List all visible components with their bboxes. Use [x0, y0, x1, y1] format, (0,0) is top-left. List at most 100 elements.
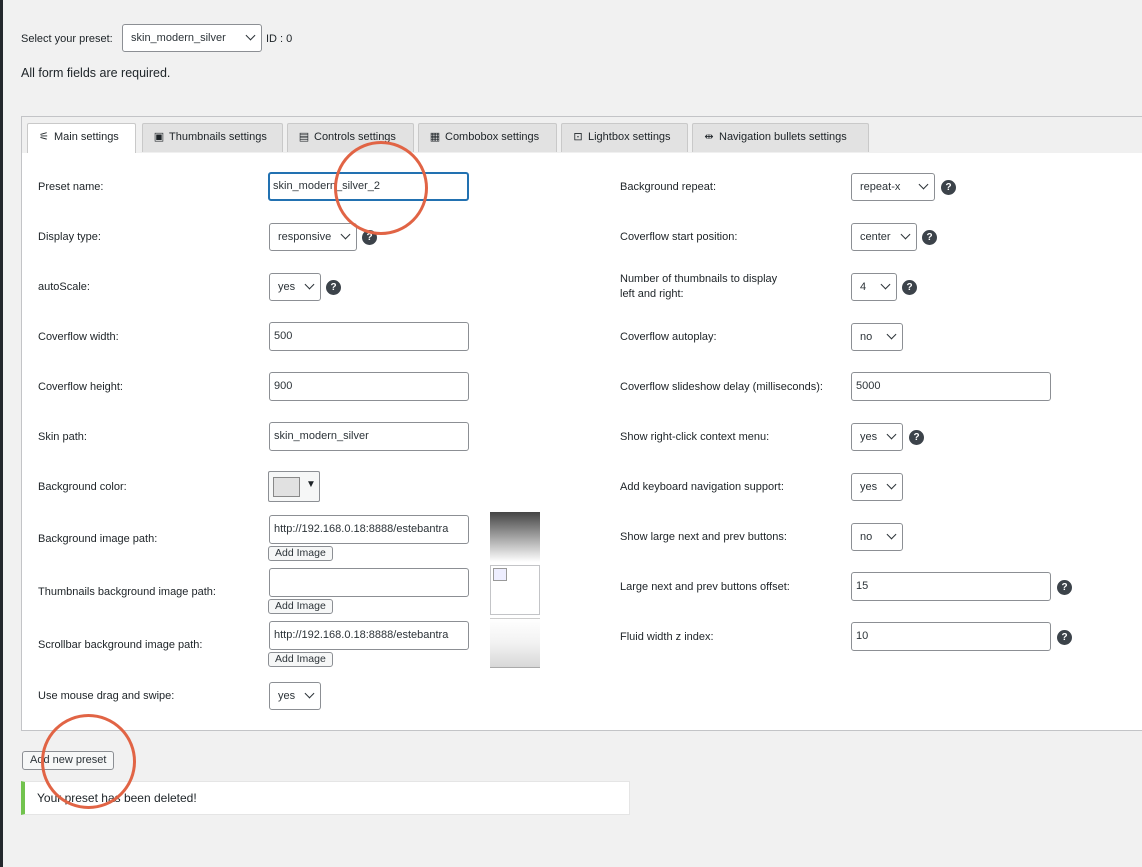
background-image-label: Background image path: [38, 533, 158, 545]
skin-path-label: Skin path: [38, 431, 87, 443]
start-position-label: Coverflow start position: [620, 231, 738, 243]
chevron-down-icon [886, 529, 897, 540]
lightbox-icon: ⊡ [573, 131, 583, 143]
num-thumbs-label: Number of thumbnails to display left and… [620, 272, 777, 301]
slideshow-delay-input[interactable]: 5000 [851, 372, 1051, 401]
preset-select[interactable]: skin_modern_silver [122, 24, 262, 52]
tab-label: Main settings [54, 131, 119, 143]
help-icon[interactable]: ? [1057, 630, 1072, 645]
add-image-button[interactable]: Add Image [268, 652, 333, 667]
background-image-input[interactable]: http://192.168.0.18:8888/estebantra [269, 515, 469, 544]
add-new-preset-button[interactable]: Add new preset [22, 751, 115, 770]
mouse-drag-label: Use mouse drag and swipe: [38, 690, 175, 702]
scrollbar-bg-image-label: Scrollbar background image path: [38, 639, 203, 651]
help-icon[interactable]: ? [362, 230, 377, 245]
tab-lightbox-settings[interactable]: ⊡ Lightbox settings [561, 123, 688, 152]
preset-name-input[interactable]: skin_modern_silver_2 [268, 172, 469, 201]
chevron-down-icon [886, 479, 897, 490]
help-icon[interactable]: ? [941, 180, 956, 195]
num-thumbs-select[interactable]: 4 [851, 273, 897, 301]
chevron-down-icon [304, 279, 315, 290]
chevron-down-icon [900, 229, 911, 240]
context-menu-label: Show right-click context menu: [620, 431, 770, 443]
background-color-picker[interactable]: ▼ [268, 471, 320, 502]
help-icon[interactable]: ? [1057, 580, 1072, 595]
select-value: yes [860, 481, 878, 493]
preset-id: ID : 0 [266, 33, 293, 45]
combobox-icon: ▦ [429, 131, 441, 143]
admin-sidebar-edge [0, 0, 3, 867]
broken-image-icon [490, 565, 540, 615]
help-icon[interactable]: ? [922, 230, 937, 245]
buttons-offset-input[interactable]: 15 [851, 572, 1051, 601]
thumbnails-bg-image-input[interactable] [269, 568, 469, 597]
coverflow-width-input[interactable]: 500 [269, 322, 469, 351]
buttons-offset-label: Large next and prev buttons offset: [620, 581, 790, 593]
controls-icon: ▤ [298, 131, 310, 143]
tab-label: Thumbnails settings [169, 131, 267, 143]
select-value: no [860, 531, 873, 543]
background-image-preview [490, 512, 540, 562]
chevron-down-icon [880, 279, 891, 290]
scrollbar-bg-image-input[interactable]: http://192.168.0.18:8888/estebantra [269, 621, 469, 650]
select-value: no [860, 331, 873, 343]
select-value: 4 [860, 281, 867, 293]
background-repeat-select[interactable]: repeat-x [851, 173, 935, 201]
tab-combobox-settings[interactable]: ▦ Combobox settings [418, 123, 557, 152]
mouse-drag-select[interactable]: yes [269, 682, 321, 710]
num-thumbs-label-line1: Number of thumbnails to display [620, 273, 778, 285]
chevron-down-icon [340, 229, 351, 240]
skin-path-input[interactable]: skin_modern_silver [269, 422, 469, 451]
large-buttons-select[interactable]: no [851, 523, 903, 551]
select-value: responsive [278, 231, 332, 243]
bullets-icon: ⇹ [704, 131, 714, 143]
background-color-label: Background color: [38, 481, 127, 493]
tab-navigation-bullets-settings[interactable]: ⇹ Navigation bullets settings [692, 123, 869, 152]
display-type-label: Display type: [38, 231, 101, 243]
autoscale-label: autoScale: [38, 281, 90, 293]
add-image-button[interactable]: Add Image [268, 599, 333, 614]
autoplay-select[interactable]: no [851, 323, 903, 351]
fluid-z-index-input[interactable]: 10 [851, 622, 1051, 651]
context-menu-select[interactable]: yes [851, 423, 903, 451]
display-type-select[interactable]: responsive [269, 223, 357, 251]
tab-controls-settings[interactable]: ▤ Controls settings [287, 123, 414, 152]
num-thumbs-label-line2: left and right: [620, 288, 684, 300]
autoplay-label: Coverflow autoplay: [620, 331, 717, 343]
preset-select-value: skin_modern_silver [131, 32, 226, 44]
chevron-down-icon [304, 688, 315, 699]
coverflow-width-label: Coverflow width: [38, 331, 119, 343]
chevron-down-icon [245, 30, 256, 41]
start-position-select[interactable]: center [851, 223, 917, 251]
slideshow-delay-label: Coverflow slideshow delay (milliseconds)… [620, 381, 823, 393]
chevron-down-icon [886, 329, 897, 340]
notice-message: Your preset has been deleted! [21, 781, 630, 815]
select-value: repeat-x [860, 181, 901, 193]
select-value: yes [278, 281, 296, 293]
background-repeat-label: Background repeat: [620, 181, 717, 193]
coverflow-height-label: Coverflow height: [38, 381, 123, 393]
select-value: yes [860, 431, 878, 443]
keyboard-nav-select[interactable]: yes [851, 473, 903, 501]
autoscale-select[interactable]: yes [269, 273, 321, 301]
keyboard-nav-label: Add keyboard navigation support: [620, 481, 784, 493]
tab-label: Navigation bullets settings [719, 131, 847, 143]
coverflow-height-input[interactable]: 900 [269, 372, 469, 401]
fluid-z-index-label: Fluid width z index: [620, 631, 714, 643]
preset-name-label: Preset name: [38, 181, 104, 193]
thumbnails-icon: ▣ [153, 131, 165, 143]
help-icon[interactable]: ? [326, 280, 341, 295]
color-swatch [273, 477, 300, 497]
select-preset-label: Select your preset: [21, 33, 113, 45]
scrollbar-image-preview [490, 618, 540, 668]
select-value: yes [278, 690, 296, 702]
add-image-button[interactable]: Add Image [268, 546, 333, 561]
help-icon[interactable]: ? [902, 280, 917, 295]
help-icon[interactable]: ? [909, 430, 924, 445]
tab-thumbnails-settings[interactable]: ▣ Thumbnails settings [142, 123, 283, 152]
chevron-down-icon [886, 429, 897, 440]
tab-label: Controls settings [314, 131, 396, 143]
tab-main-settings[interactable]: ⚟ Main settings [27, 123, 136, 153]
chevron-down-icon [918, 179, 929, 190]
tab-label: Lightbox settings [588, 131, 671, 143]
